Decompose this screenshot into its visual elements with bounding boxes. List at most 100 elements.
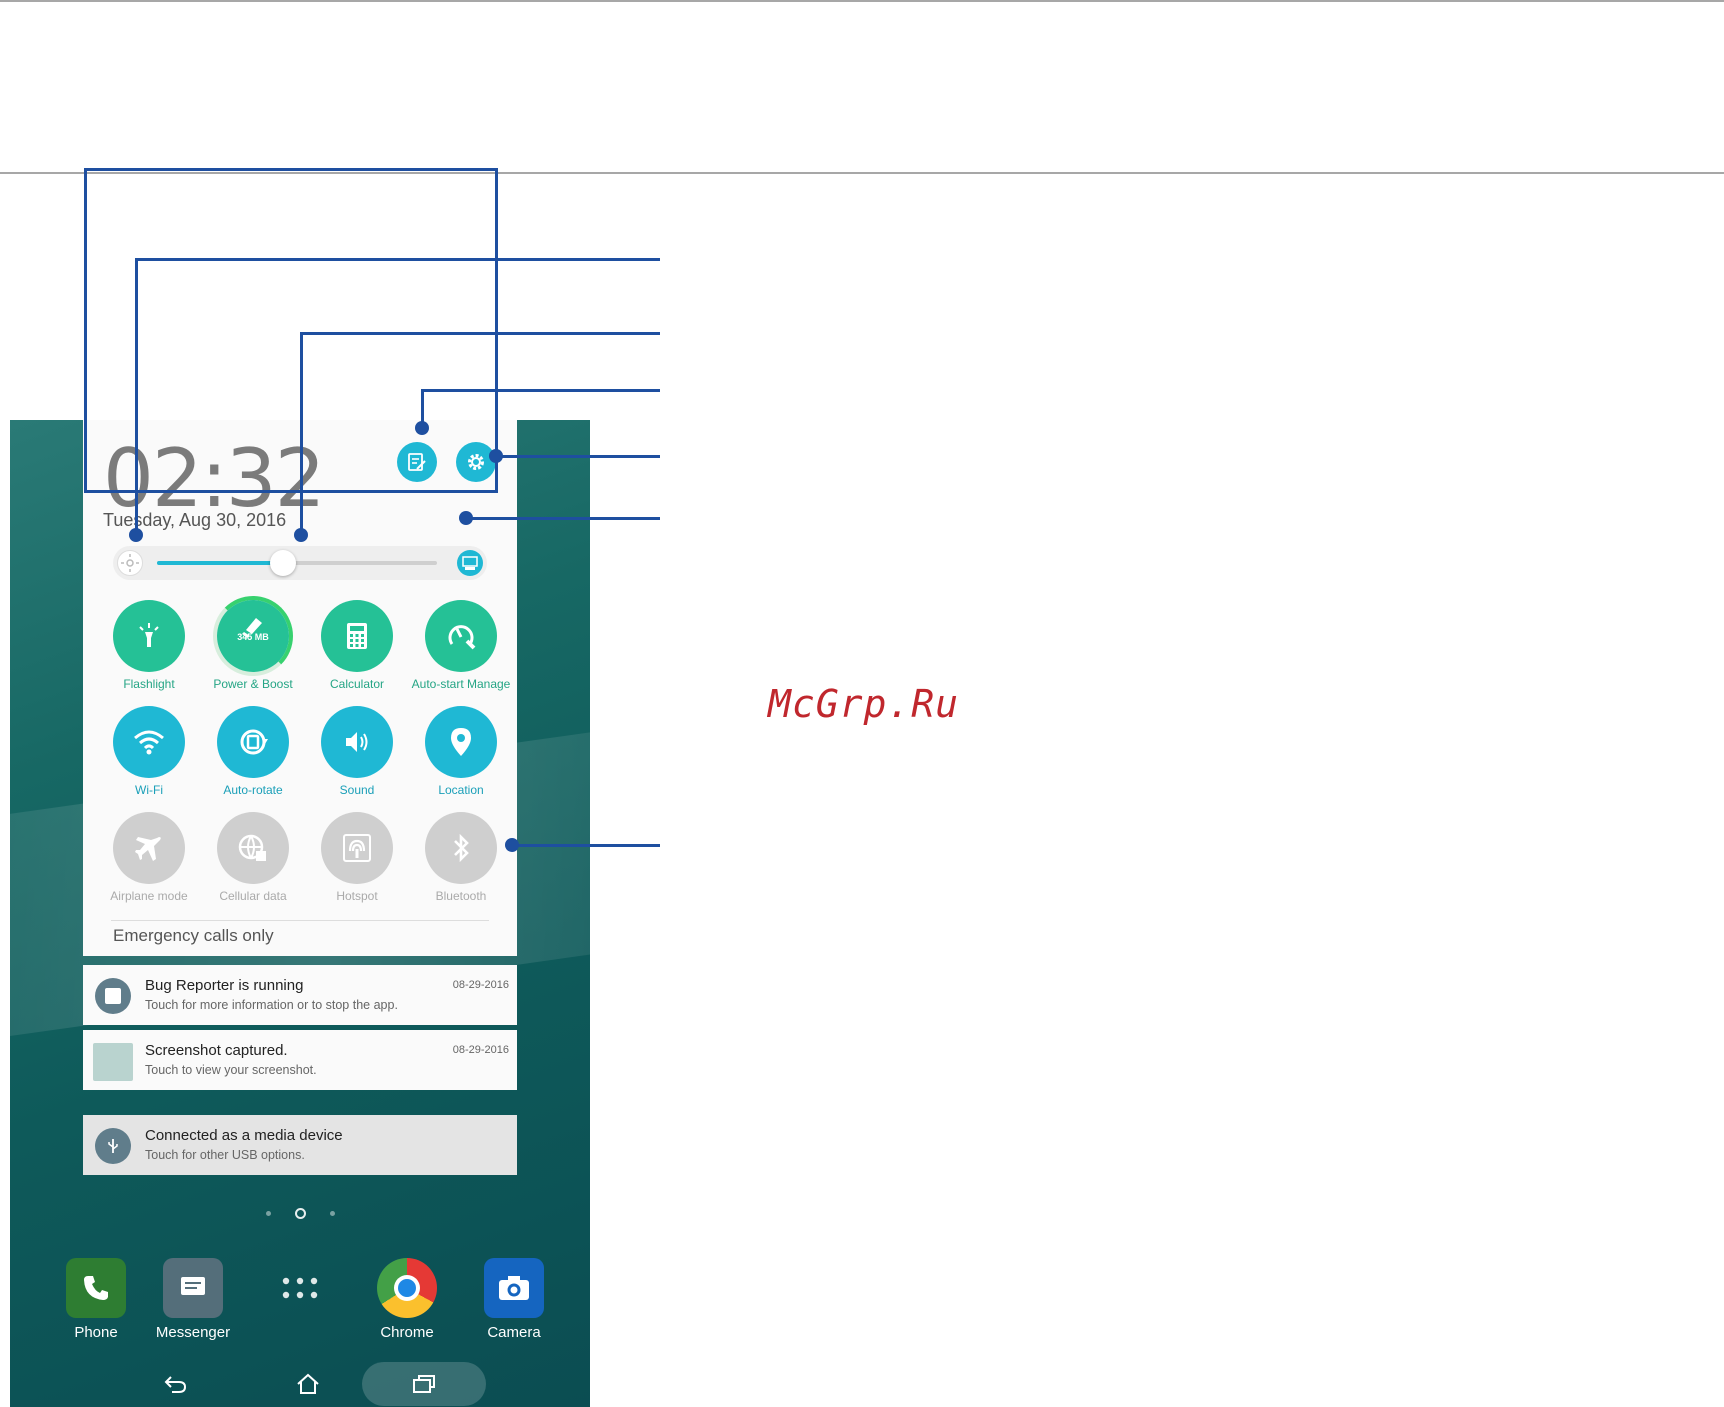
wifi-icon bbox=[113, 706, 185, 778]
tile-hotspot[interactable]: Hotspot bbox=[305, 798, 409, 904]
quick-settings-grid: Flashlight 345 MB Power & Boost Calculator A… bbox=[97, 586, 510, 906]
brightness-track[interactable] bbox=[157, 550, 437, 576]
phone-screen: 02:32 Tuesday, Aug 30, 2016 Flashlight 3… bbox=[10, 420, 590, 1407]
notification-text: Touch for other USB options. bbox=[145, 1148, 305, 1162]
dock-messenger[interactable]: Messenger bbox=[153, 1258, 233, 1348]
callout-dot bbox=[489, 449, 503, 463]
divider bbox=[111, 920, 489, 921]
callout-dot bbox=[505, 838, 519, 852]
callout-line bbox=[300, 332, 660, 335]
callout-line bbox=[135, 258, 138, 535]
notification-time: 08-29-2016 bbox=[452, 979, 509, 991]
hotspot-icon bbox=[321, 812, 393, 884]
tile-label: Flashlight bbox=[123, 677, 175, 691]
auto-rotate-icon bbox=[217, 706, 289, 778]
notification-text: Touch to view your screenshot. bbox=[145, 1063, 317, 1077]
auto-brightness-icon[interactable] bbox=[457, 550, 483, 576]
flashlight-icon bbox=[113, 600, 185, 672]
screenshot-thumbnail-icon bbox=[93, 1043, 133, 1081]
callout-line bbox=[135, 258, 660, 261]
emergency-status: Emergency calls only bbox=[113, 926, 274, 945]
camera-icon bbox=[484, 1258, 544, 1318]
dock-all-apps[interactable] bbox=[260, 1258, 340, 1348]
callout-dot bbox=[415, 421, 429, 435]
brightness-bar[interactable] bbox=[113, 546, 487, 580]
callout-dot bbox=[129, 528, 143, 542]
page-dot bbox=[265, 1211, 271, 1217]
dock-label: Chrome bbox=[380, 1324, 434, 1341]
callout-dot bbox=[459, 511, 473, 525]
navigation-bar bbox=[10, 1360, 590, 1407]
home-icon bbox=[297, 1373, 319, 1394]
phone-icon bbox=[66, 1258, 126, 1318]
stop-icon bbox=[95, 978, 131, 1014]
notification-bug-reporter[interactable]: Bug Reporter is running Touch for more i… bbox=[83, 965, 517, 1025]
callout-dot bbox=[294, 528, 308, 542]
page-dot bbox=[329, 1211, 335, 1217]
app-drawer-icon bbox=[270, 1258, 330, 1318]
watermark: McGrp.Ru bbox=[768, 682, 960, 726]
chrome-icon bbox=[377, 1258, 437, 1318]
brightness-thumb[interactable] bbox=[270, 550, 296, 576]
tile-power-boost[interactable]: 345 MB Power & Boost bbox=[201, 586, 305, 692]
tile-label: Cellular data bbox=[219, 889, 287, 903]
tile-airplane-mode[interactable]: Airplane mode bbox=[97, 798, 201, 904]
tile-cellular-data[interactable]: Cellular data bbox=[201, 798, 305, 904]
recents-button[interactable] bbox=[394, 1360, 454, 1407]
callout-line bbox=[300, 332, 303, 535]
notification-time: 08-29-2016 bbox=[452, 1044, 509, 1056]
tile-label: Bluetooth bbox=[435, 889, 487, 903]
date: Tuesday, Aug 30, 2016 bbox=[103, 510, 287, 530]
quick-settings-highlight-box bbox=[84, 168, 498, 493]
page-dot-current bbox=[294, 1208, 306, 1220]
notification-text: Touch for more information or to stop th… bbox=[145, 998, 398, 1012]
tile-auto-rotate[interactable]: Auto-rotate bbox=[201, 692, 305, 798]
messenger-icon bbox=[163, 1258, 223, 1318]
home-button[interactable] bbox=[278, 1360, 338, 1407]
sound-icon bbox=[321, 706, 393, 778]
callout-line bbox=[466, 517, 660, 520]
notification-screenshot[interactable]: Screenshot captured. Touch to view your … bbox=[83, 1030, 517, 1090]
dock-label: Camera bbox=[487, 1324, 541, 1341]
cellular-data-icon bbox=[217, 812, 289, 884]
usb-icon bbox=[95, 1128, 131, 1164]
tile-sound[interactable]: Sound bbox=[305, 692, 409, 798]
tile-label: Calculator bbox=[329, 677, 385, 691]
auto-start-icon bbox=[425, 600, 497, 672]
tile-label: Sound bbox=[339, 783, 375, 797]
location-icon bbox=[425, 706, 497, 778]
tile-auto-start-manage[interactable]: Auto-start Manage bbox=[409, 586, 513, 692]
brightness-fill bbox=[157, 561, 283, 565]
airplane-icon bbox=[113, 812, 185, 884]
callout-line bbox=[421, 389, 660, 392]
back-button[interactable] bbox=[146, 1360, 206, 1407]
boost-memory-label: 345 MB bbox=[237, 632, 269, 642]
notification-title: Screenshot captured. bbox=[145, 1042, 288, 1059]
bluetooth-icon bbox=[425, 812, 497, 884]
calculator-icon bbox=[321, 600, 393, 672]
page-indicator bbox=[10, 1205, 590, 1223]
tile-wi-fi[interactable]: Wi-Fi bbox=[97, 692, 201, 798]
tile-flashlight[interactable]: Flashlight bbox=[97, 586, 201, 692]
dock-phone[interactable]: Phone bbox=[56, 1258, 136, 1348]
dock-chrome[interactable]: Chrome bbox=[367, 1258, 447, 1348]
dock-label: Messenger bbox=[155, 1324, 231, 1341]
tile-calculator[interactable]: Calculator bbox=[305, 586, 409, 692]
callout-line bbox=[512, 844, 660, 847]
tile-label: Airplane mode bbox=[110, 889, 188, 903]
tile-label: Auto-start Manage bbox=[411, 677, 511, 691]
notification-title: Bug Reporter is running bbox=[145, 977, 304, 994]
tile-label: Power & Boost bbox=[213, 677, 293, 691]
tile-label: Auto-rotate bbox=[223, 783, 283, 797]
tile-label: Wi-Fi bbox=[135, 783, 163, 797]
back-icon bbox=[164, 1375, 187, 1393]
notification-usb[interactable]: Connected as a media device Touch for ot… bbox=[83, 1115, 517, 1175]
notification-title: Connected as a media device bbox=[145, 1127, 343, 1144]
brightness-low-icon bbox=[117, 550, 143, 576]
recents-icon bbox=[413, 1374, 435, 1393]
dock-camera[interactable]: Camera bbox=[474, 1258, 554, 1348]
tile-location[interactable]: Location bbox=[409, 692, 513, 798]
callout-line bbox=[496, 455, 660, 458]
tile-bluetooth[interactable]: Bluetooth bbox=[409, 798, 513, 904]
top-rule bbox=[0, 0, 1724, 2]
